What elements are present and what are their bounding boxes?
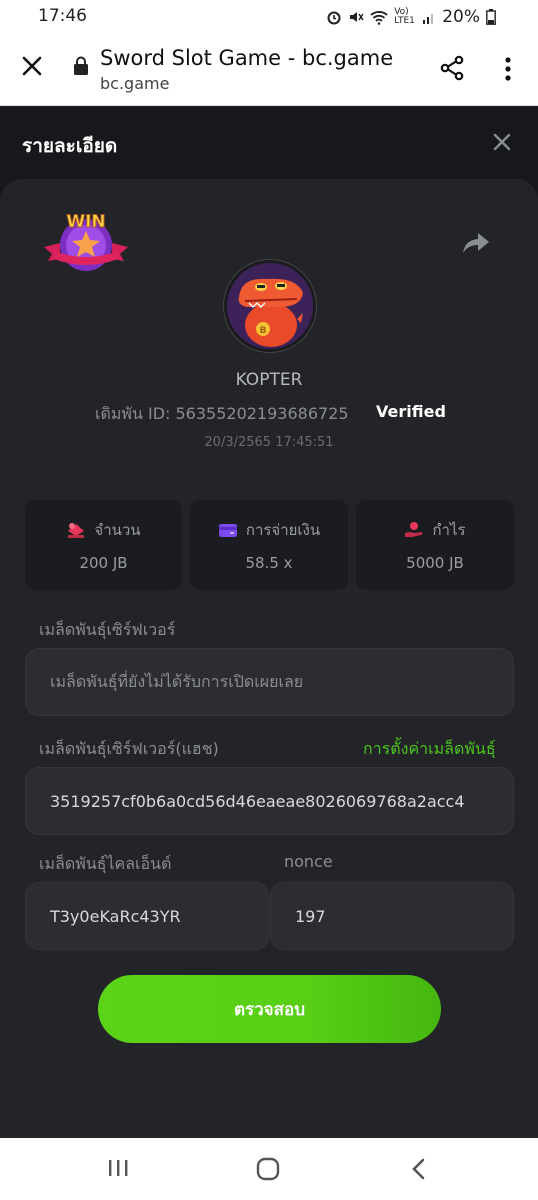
bet-detail-card: WIN B KOPTER เดิมพัน ID: 563552021936867… bbox=[0, 179, 538, 1138]
verified-badge: Verified bbox=[376, 402, 446, 421]
wifi-icon bbox=[370, 11, 388, 25]
battery-icon bbox=[486, 9, 496, 25]
win-badge-text: WIN bbox=[66, 212, 105, 232]
avatar: B bbox=[224, 260, 316, 352]
stat-amount: จำนวน 200 JB bbox=[25, 500, 182, 590]
svg-text:B: B bbox=[260, 326, 267, 336]
battery-level: 20% bbox=[442, 7, 480, 27]
share-bet-icon[interactable] bbox=[462, 231, 490, 255]
server-seed-field[interactable]: เมล็ดพันธุ์ที่ยังไม่ได้รับการเปิดเผยเลย bbox=[25, 648, 514, 716]
mute-icon bbox=[350, 12, 364, 22]
network-label: Vo) LTE1 bbox=[394, 7, 415, 26]
more-menu-icon[interactable] bbox=[500, 56, 516, 84]
coins-icon bbox=[68, 523, 85, 538]
player-username[interactable]: KOPTER bbox=[0, 370, 538, 390]
stat-payout-label: การจ่ายเงิน bbox=[245, 521, 321, 539]
server-seed-label: เมล็ดพันธุ์เซิร์ฟเวอร์ bbox=[39, 620, 176, 639]
status-time: 17:46 bbox=[38, 6, 87, 26]
stat-amount-label: จำนวน bbox=[94, 521, 141, 539]
page-title: รายละเอียด bbox=[22, 135, 118, 157]
stat-amount-value: 200 JB bbox=[79, 554, 128, 572]
win-badge: WIN bbox=[44, 212, 128, 271]
seed-settings-link[interactable]: การตั้งค่าเมล็ดพันธุ์ bbox=[363, 737, 496, 762]
bet-date: 20/3/2565 17:45:51 bbox=[204, 435, 334, 450]
stat-profit-value: 5000 JB bbox=[406, 554, 464, 572]
share-icon[interactable] bbox=[438, 54, 466, 82]
browser-toolbar: Sword Slot Game - bc.game bc.game bbox=[0, 34, 538, 106]
status-icons: Vo) LTE1 20% bbox=[326, 7, 496, 27]
nonce-label: nonce bbox=[284, 852, 333, 871]
stat-profit-label: กำไร bbox=[432, 521, 466, 539]
browser-page-title: Sword Slot Game - bc.game bbox=[100, 46, 394, 70]
wallet-icon bbox=[218, 524, 237, 537]
close-icon[interactable] bbox=[491, 131, 513, 153]
server-seed-hash-field[interactable]: 3519257cf0b6a0cd56d46eaeae8026069768a2ac… bbox=[25, 767, 514, 835]
stat-payout-value: 58.5 x bbox=[245, 554, 293, 572]
system-navigation-bar bbox=[0, 1138, 538, 1200]
client-seed-field[interactable]: T3y0eKaRc43YR bbox=[25, 882, 269, 950]
close-tab-icon[interactable] bbox=[20, 54, 44, 78]
lock-icon bbox=[74, 56, 88, 75]
client-seed-label: เมล็ดพันธุ์ไคลเอ็นต์ bbox=[39, 854, 172, 873]
crocodile-avatar-icon: B bbox=[227, 263, 313, 349]
home-icon[interactable] bbox=[256, 1157, 280, 1181]
status-bar: 17:46 Vo) LTE1 20% bbox=[0, 0, 538, 34]
nonce-field[interactable]: 197 bbox=[270, 882, 514, 950]
bet-id: เดิมพัน ID: 56355202193686725 bbox=[95, 404, 349, 423]
stat-profit: กำไร 5000 JB bbox=[356, 500, 514, 590]
alarm-icon bbox=[327, 11, 341, 25]
signal-icon bbox=[423, 14, 434, 24]
stat-payout: การจ่ายเงิน 58.5 x bbox=[190, 500, 348, 590]
profit-hand-icon bbox=[405, 522, 423, 537]
server-seed-hash-label: เมล็ดพันธุ์เซิร์ฟเวอร์(แฮช) bbox=[39, 739, 219, 758]
browser-url[interactable]: bc.game bbox=[100, 74, 169, 93]
bet-details-page: รายละเอียด WIN B KOPTER เดิมพัน ID: 5635… bbox=[0, 107, 538, 1138]
recent-apps-icon[interactable] bbox=[106, 1158, 130, 1178]
verify-button[interactable]: ตรวจสอบ bbox=[98, 975, 441, 1043]
back-icon[interactable] bbox=[408, 1157, 430, 1181]
